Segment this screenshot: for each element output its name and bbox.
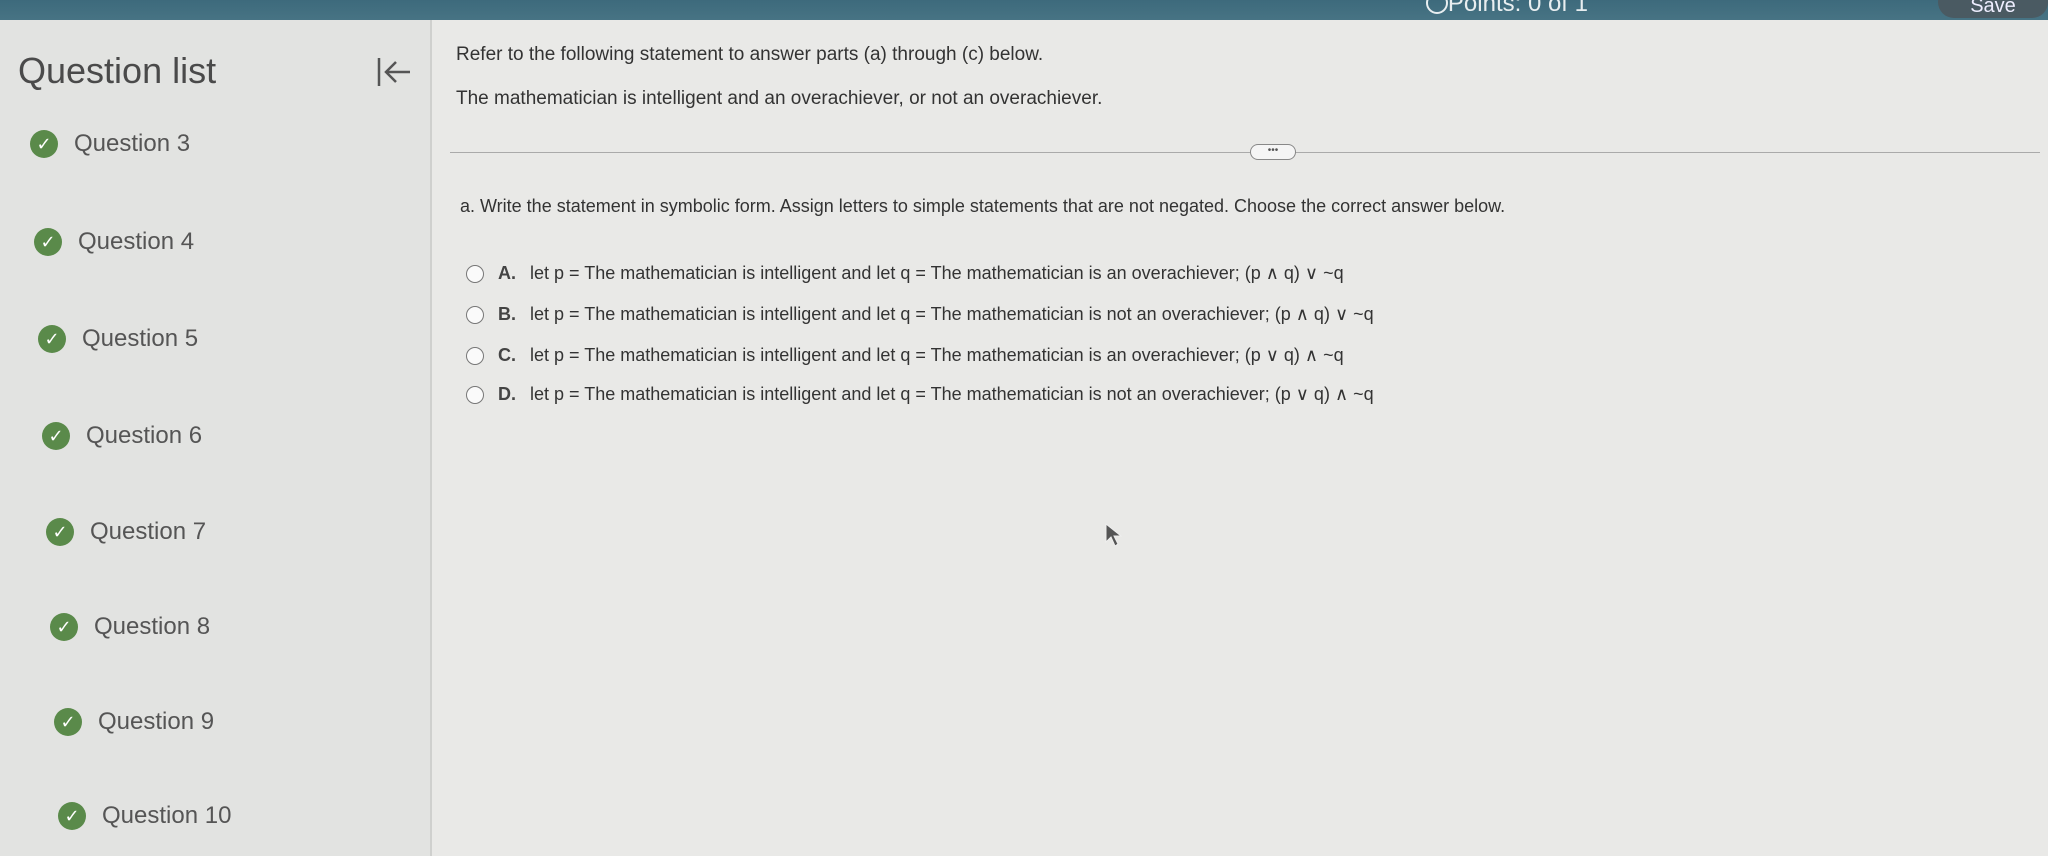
sidebar-item-question-10[interactable]: ✓ Question 10	[58, 802, 231, 830]
collapse-sidebar-button[interactable]	[376, 52, 412, 92]
answer-option-b[interactable]: B. let p = The mathematician is intellig…	[466, 304, 1374, 325]
save-button[interactable]: Save	[1938, 0, 2048, 18]
check-icon: ✓	[38, 325, 66, 353]
radio-button[interactable]	[466, 346, 484, 365]
check-icon: ✓	[58, 802, 86, 830]
sidebar-item-question-8[interactable]: ✓ Question 8	[50, 613, 210, 641]
question-prompt: a. Write the statement in symbolic form.…	[460, 196, 1506, 216]
sidebar-item-label: Question 5	[82, 325, 199, 352]
sidebar-item-question-5[interactable]: ✓ Question 5	[38, 325, 198, 353]
section-divider	[450, 152, 2040, 153]
intro-text: Refer to the following statement to answ…	[456, 44, 1044, 65]
radio-button[interactable]	[466, 264, 484, 283]
mouse-cursor-icon	[1105, 522, 1122, 547]
option-text: let p = The mathematician is intelligent…	[530, 384, 1374, 404]
sidebar-item-label: Question 6	[86, 422, 203, 449]
question-panel: Refer to the following statement to answ…	[432, 20, 2048, 856]
option-letter: C.	[498, 345, 516, 365]
collapse-left-icon	[377, 58, 410, 86]
sidebar-item-question-3[interactable]: ✓ Question 3	[30, 130, 190, 158]
option-letter: D.	[498, 384, 516, 404]
points-circle-icon	[1426, 0, 1448, 14]
sidebar-item-question-6[interactable]: ✓ Question 6	[42, 422, 202, 450]
radio-button[interactable]	[466, 385, 484, 404]
sidebar-item-label: Question 4	[78, 228, 195, 255]
sidebar-item-label: Question 10	[102, 802, 232, 829]
sidebar-item-label: Question 7	[90, 518, 207, 545]
check-icon: ✓	[54, 708, 82, 736]
sidebar-item-question-9[interactable]: ✓ Question 9	[54, 708, 214, 736]
points-label: Points: 0 of 1	[1447, 0, 1588, 17]
check-icon: ✓	[50, 613, 78, 641]
answer-option-c[interactable]: C. let p = The mathematician is intellig…	[466, 345, 1344, 366]
sidebar-item-question-4[interactable]: ✓ Question 4	[34, 228, 194, 256]
sidebar-item-question-7[interactable]: ✓ Question 7	[46, 518, 206, 546]
option-letter: A.	[498, 263, 516, 283]
sidebar-item-label: Question 3	[74, 130, 191, 157]
check-icon: ✓	[30, 130, 58, 158]
option-text: let p = The mathematician is intelligent…	[530, 345, 1344, 365]
statement-text: The mathematician is intelligent and an …	[456, 88, 1103, 109]
check-icon: ✓	[46, 518, 74, 546]
check-icon: ✓	[42, 422, 70, 450]
sidebar-item-label: Question 8	[94, 613, 211, 640]
answer-option-d[interactable]: D. let p = The mathematician is intellig…	[466, 384, 1374, 405]
radio-button[interactable]	[466, 305, 484, 324]
option-text: let p = The mathematician is intelligent…	[530, 304, 1374, 324]
expand-more-button[interactable]: •••	[1250, 144, 1296, 160]
answer-option-a[interactable]: A. let p = The mathematician is intellig…	[466, 263, 1344, 284]
sidebar-title: Question list	[18, 50, 217, 91]
option-letter: B.	[498, 304, 516, 324]
sidebar-item-label: Question 9	[98, 708, 215, 735]
question-list-sidebar: Question list ✓ Question 3 ✓ Question 4 …	[0, 20, 458, 856]
option-text: let p = The mathematician is intelligent…	[530, 263, 1344, 283]
check-icon: ✓	[34, 228, 62, 256]
